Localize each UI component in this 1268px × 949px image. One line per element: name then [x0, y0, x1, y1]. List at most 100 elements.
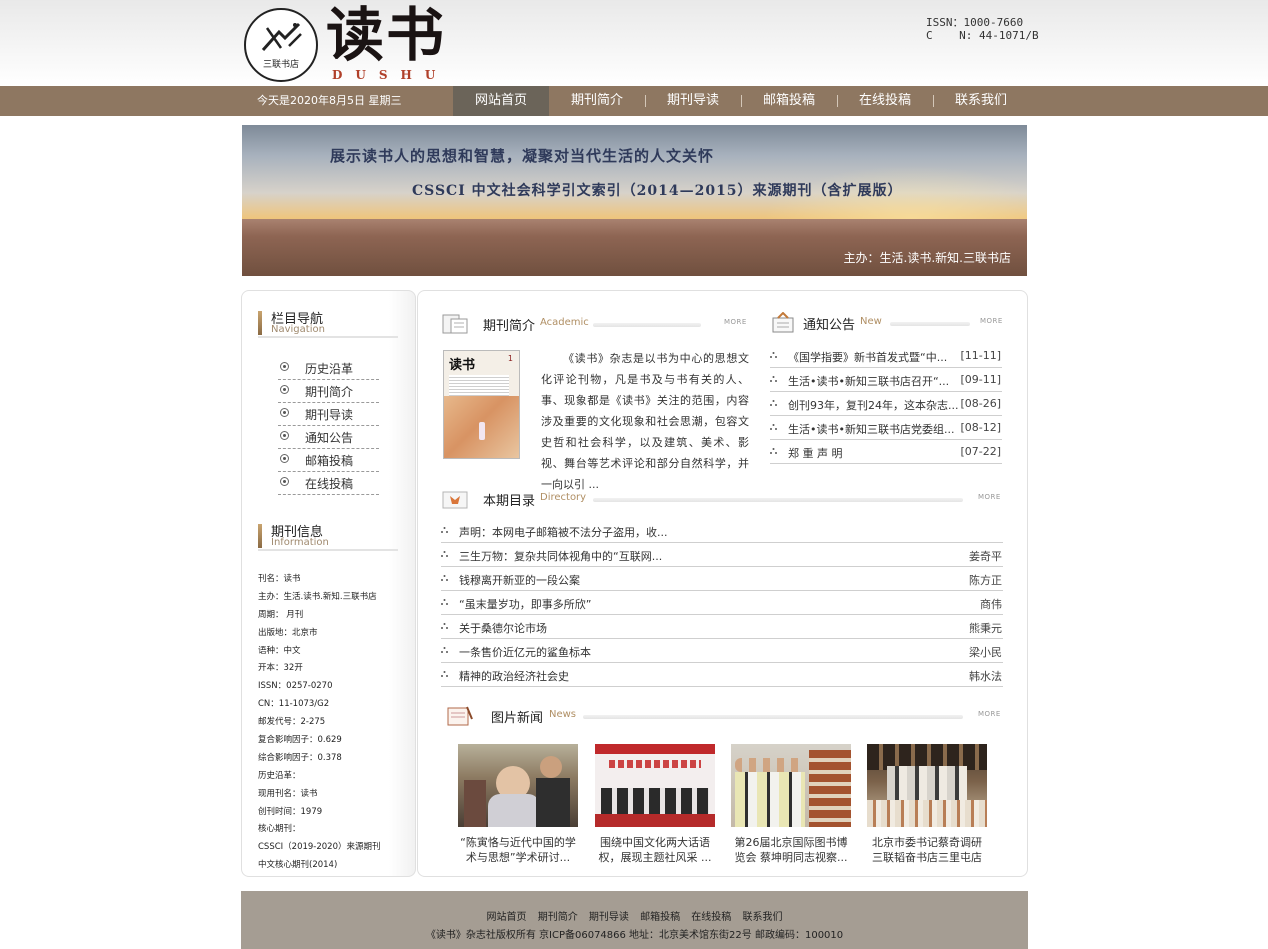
notices-list: 《国学指要》新书首发式暨“中... [11-11] 生活•读书•新知三联书店召开… — [770, 344, 1002, 464]
logo-subtitle: DUSHU — [332, 68, 449, 82]
issn-info: ISSN：1000-7660 C N: 44-1071/B — [926, 16, 1039, 42]
directory-item[interactable]: 钱穆离开新亚的一段公案 陈方正 — [441, 567, 1003, 591]
sidebar-item-online-submit[interactable]: 在线投稿 — [278, 472, 379, 495]
sanlian-seal-icon: 三联书店 — [244, 8, 318, 82]
intro-text: 《读书》杂志是以书为中心的思想文化评论刊物，凡是书及与书有关的人、事、现象都是《… — [541, 352, 749, 491]
photo-news-item[interactable]: 北京市委书记蔡奇调研三联韬奋书店三里屯店 — [867, 744, 987, 865]
photo-news-title-en: News — [549, 709, 577, 720]
bullet-icon — [441, 647, 448, 653]
photo-caption: 围绕中国文化两大话语权，展现主题社风采 ... — [598, 836, 712, 864]
nav-contact[interactable]: 联系我们 — [933, 86, 1029, 116]
directory-item[interactable]: “虽末量岁功，即事多所欣” 商伟 — [441, 591, 1003, 615]
sidebar-item-label: 期刊导读 — [305, 408, 354, 422]
footer-link-intro[interactable]: 期刊简介 — [538, 912, 578, 923]
bullet-icon — [280, 454, 289, 463]
directory-heading: 本期目录 Directory MORE — [441, 488, 1006, 512]
notice-title: 创刊93年，复刊24年，这本杂志... — [788, 399, 959, 412]
hero-banner: 展示读书人的思想和智慧，凝聚对当代生活的人文关怀 CSSCI 中文社会科学引文索… — [242, 125, 1027, 276]
bullet-icon — [770, 400, 777, 406]
notice-date: [08-26] — [960, 397, 1001, 410]
cover-issue: 1 — [507, 354, 513, 363]
sidebar-item-label: 期刊简介 — [305, 385, 354, 399]
article-author: 韩水法 — [969, 670, 1002, 683]
sidebar-item-journal-intro[interactable]: 期刊简介 — [278, 380, 379, 403]
bullet-icon — [280, 385, 289, 394]
notice-title: 生活•读书•新知三联书店召开“... — [788, 375, 950, 388]
journal-cover[interactable]: 读书 1 — [443, 350, 520, 459]
footer-link-online[interactable]: 在线投稿 — [691, 912, 731, 923]
notice-item[interactable]: 生活•读书•新知三联书店召开“... [09-11] — [770, 368, 1002, 392]
article-author: 商伟 — [980, 598, 1002, 611]
sidebar-item-history[interactable]: 历史沿革 — [278, 357, 379, 380]
footer-link-home[interactable]: 网站首页 — [487, 912, 527, 923]
footer-link-guide[interactable]: 期刊导读 — [589, 912, 629, 923]
notices-more-link[interactable]: MORE — [980, 317, 1003, 325]
news-photo[interactable] — [458, 744, 578, 827]
info-line: 邮发代号：2-275 — [258, 717, 326, 728]
nav-home[interactable]: 网站首页 — [453, 86, 549, 116]
sidebar-nav-list: 历史沿革 期刊简介 期刊导读 通知公告 邮箱投稿 在线投稿 — [278, 357, 379, 495]
article-title: 关于桑德尔论市场 — [459, 622, 547, 635]
notice-item[interactable]: 《国学指要》新书首发式暨“中... [11-11] — [770, 344, 1002, 368]
banner-cssci: CSSCI 中文社会科学引文索引（2014—2015）来源期刊（含扩展版） — [412, 183, 903, 199]
site-header: 三联书店 读书 DUSHU ISSN：1000-7660 C N: 44-1071… — [0, 0, 1268, 86]
current-date: 今天是2020年8月5日 星期三 — [257, 94, 402, 107]
photo-news-more-link[interactable]: MORE — [978, 710, 1001, 718]
news-photo[interactable] — [867, 744, 987, 827]
photo-news-title: 图片新闻 — [491, 711, 544, 726]
photo-news-heading: 图片新闻 News MORE — [445, 705, 1006, 729]
sidebar-item-label: 在线投稿 — [305, 477, 354, 491]
news-photo[interactable] — [595, 744, 715, 827]
footer-link-email[interactable]: 邮箱投稿 — [640, 912, 680, 923]
footer-link-contact[interactable]: 联系我们 — [742, 912, 782, 923]
directory-title-en: Directory — [540, 492, 587, 503]
article-title: 声明：本网电子邮箱被不法分子盗用，收... — [459, 526, 668, 539]
nav-online-submit[interactable]: 在线投稿 — [837, 86, 933, 116]
article-title: 钱穆离开新亚的一段公案 — [459, 574, 580, 587]
notice-title: 郑 重 声 明 — [788, 447, 843, 460]
bullet-icon — [280, 431, 289, 440]
nav-journal-intro[interactable]: 期刊简介 — [549, 86, 645, 116]
photo-news-item[interactable]: 围绕中国文化两大话语权，展现主题社风采 ... — [595, 744, 715, 865]
photo-news-item[interactable]: 第26届北京国际图书博览会 蔡坤明同志视察... — [731, 744, 851, 865]
notice-date: [07-22] — [960, 445, 1001, 458]
directory-item[interactable]: 声明：本网电子邮箱被不法分子盗用，收... — [441, 519, 1003, 543]
article-title: 精神的政治经济社会史 — [459, 670, 569, 683]
sidebar-item-label: 通知公告 — [305, 431, 354, 445]
site-logo[interactable]: 三联书店 读书 DUSHU — [244, 2, 454, 84]
issn-line: ISSN：1000-7660 — [926, 16, 1024, 29]
intro-heading: 期刊简介 Academic MORE — [441, 313, 751, 337]
footer-copyright: 《读书》杂志社版权所有 京ICP备06074866 地址：北京美术馆东街22号 … — [425, 930, 844, 941]
info-line: 创刊时间：1979 — [258, 806, 323, 817]
notices-title-en: New — [860, 316, 882, 327]
journal-icon — [442, 314, 468, 334]
news-photo[interactable] — [731, 744, 851, 827]
info-line: 现用刊名：读书 — [258, 788, 318, 799]
nav-journal-guide[interactable]: 期刊导读 — [645, 86, 741, 116]
banner-grassland — [242, 219, 1027, 276]
directory-item[interactable]: 精神的政治经济社会史 韩水法 — [441, 663, 1003, 687]
directory-item[interactable]: 三生万物：复杂共同体视角中的“互联网... 姜奇平 — [441, 543, 1003, 567]
bullet-icon — [441, 623, 448, 629]
sidebar-nav-subtitle: Navigation — [271, 324, 325, 335]
notice-title: 《国学指要》新书首发式暨“中... — [788, 351, 948, 364]
intro-more-link[interactable]: MORE — [724, 318, 747, 326]
directory-item[interactable]: 关于桑德尔论市场 熊秉元 — [441, 615, 1003, 639]
notice-item[interactable]: 生活•读书•新知三联书店党委组... [08-12] — [770, 416, 1002, 440]
sidebar-nav-heading: 栏目导航 Navigation — [258, 308, 398, 338]
sidebar-item-journal-guide[interactable]: 期刊导读 — [278, 403, 379, 426]
sidebar-item-email-submit[interactable]: 邮箱投稿 — [278, 449, 379, 472]
bullet-icon — [441, 575, 448, 581]
notices-title: 通知公告 — [803, 318, 856, 333]
notice-item[interactable]: 创刊93年，复刊24年，这本杂志... [08-26] — [770, 392, 1002, 416]
photo-news-item[interactable]: “陈寅恪与近代中国的学术与思想”学术研讨... — [458, 744, 578, 865]
sidebar-info-subtitle: Information — [271, 537, 329, 548]
directory-item[interactable]: 一条售价近亿元的鲨鱼标本 梁小民 — [441, 639, 1003, 663]
notice-item[interactable]: 郑 重 声 明 [07-22] — [770, 440, 1002, 464]
cover-title: 读书 — [449, 358, 476, 373]
nav-email-submit[interactable]: 邮箱投稿 — [741, 86, 837, 116]
logo-title: 读书 — [326, 1, 447, 69]
directory-more-link[interactable]: MORE — [978, 493, 1001, 501]
sidebar-item-notices[interactable]: 通知公告 — [278, 426, 379, 449]
article-title: “虽末量岁功，即事多所欣” — [459, 598, 592, 611]
